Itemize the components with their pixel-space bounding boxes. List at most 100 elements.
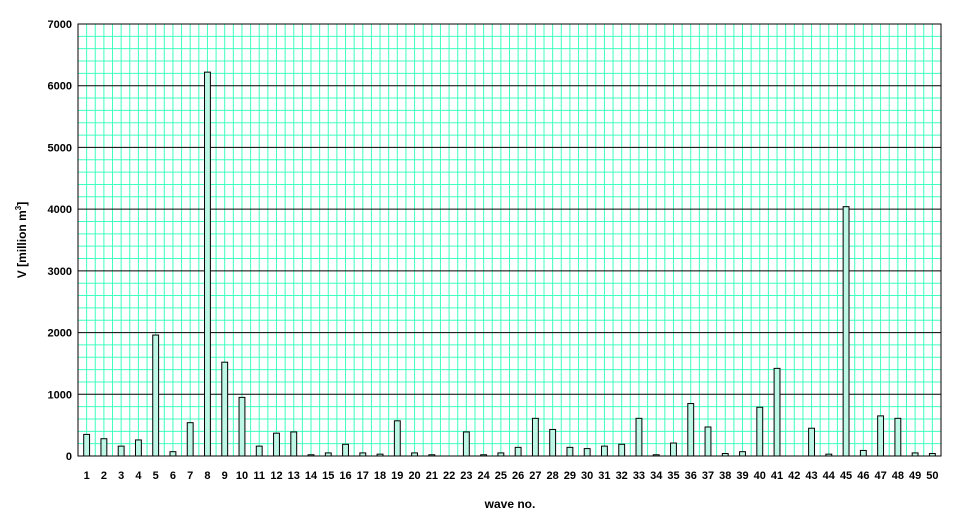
bar-wave-30 [583, 448, 591, 457]
x-tick-label: 25 [495, 470, 507, 482]
bar-wave-8 [204, 71, 211, 457]
x-tick-label: 10 [236, 470, 248, 482]
y-tick-label: 6000 [48, 81, 72, 93]
x-tick-label: 47 [874, 470, 886, 482]
x-tick-label: 44 [823, 470, 836, 482]
y-axis-label: V [million m3] [14, 202, 29, 278]
bar-wave-29 [566, 446, 574, 457]
x-tick-label: 41 [771, 470, 783, 482]
x-tick-label: 36 [685, 470, 697, 482]
bar-wave-16 [342, 443, 349, 457]
y-tick-label: 5000 [48, 142, 72, 154]
x-tick-label: 32 [616, 470, 628, 482]
bar-wave-27 [531, 417, 539, 457]
bar-wave-28 [549, 428, 557, 457]
bar-wave-45 [842, 206, 850, 457]
x-tick-label: 20 [408, 470, 420, 482]
x-tick-label: 23 [460, 470, 472, 482]
x-tick-label: 15 [322, 470, 334, 482]
x-tick-label: 38 [719, 470, 731, 482]
x-tick-label: 42 [788, 470, 800, 482]
x-tick-label: 19 [391, 470, 403, 482]
y-tick-label: 3000 [48, 266, 72, 278]
x-tick-label: 50 [926, 470, 938, 482]
x-tick-label: 49 [909, 470, 921, 482]
bar-wave-1 [83, 433, 91, 457]
bar-wave-48 [894, 417, 902, 457]
x-tick-label: 39 [736, 470, 748, 482]
x-tick-label: 8 [204, 470, 210, 482]
x-tick-label: 40 [754, 470, 766, 482]
x-tick-label: 14 [305, 470, 318, 482]
x-tick-label: 27 [529, 470, 541, 482]
bar-wave-9 [221, 361, 229, 457]
bar-wave-43 [808, 427, 815, 457]
x-tick-label: 7 [187, 470, 193, 482]
bar-wave-3 [117, 445, 125, 457]
y-tick-label: 0 [66, 451, 72, 463]
y-tick-label: 2000 [48, 328, 72, 340]
bar-wave-6 [169, 451, 177, 457]
bar-wave-41 [773, 367, 781, 457]
x-tick-label: 33 [633, 470, 645, 482]
bar-wave-13 [290, 431, 298, 457]
bar-wave-47 [877, 415, 885, 457]
x-tick-label: 5 [153, 470, 159, 482]
x-tick-label: 22 [443, 470, 455, 482]
x-tick-label: 45 [840, 470, 852, 482]
x-tick-label: 12 [270, 470, 282, 482]
bar-wave-4 [134, 439, 142, 457]
bar-wave-23 [462, 431, 470, 457]
x-tick-label: 21 [426, 470, 438, 482]
bar-wave-39 [739, 451, 746, 457]
bar-wave-26 [514, 446, 522, 457]
x-tick-label: 46 [857, 470, 869, 482]
y-axis-label-main: V [million m [15, 210, 29, 278]
y-tick-label: 7000 [48, 19, 72, 31]
bar-wave-10 [238, 396, 246, 457]
x-tick-label: 17 [357, 470, 369, 482]
y-axis-label-end: ] [15, 202, 29, 206]
x-tick-label: 30 [581, 470, 593, 482]
bar-wave-7 [186, 422, 194, 457]
bar-wave-46 [859, 449, 867, 457]
x-tick-label: 3 [118, 470, 124, 482]
x-tick-label: 2 [101, 470, 107, 482]
x-tick-label: 31 [598, 470, 610, 482]
x-tick-label: 48 [892, 470, 904, 482]
bar-chart: 01000200030004000500060007000 1234567891… [14, 19, 942, 511]
bar-wave-19 [393, 420, 401, 457]
bar-wave-2 [100, 438, 108, 457]
bar-wave-36 [687, 403, 695, 457]
x-tick-label: 1 [84, 470, 90, 482]
bar-wave-40 [756, 406, 764, 457]
bar-wave-32 [618, 443, 626, 457]
bar-wave-12 [273, 432, 280, 457]
bar-wave-31 [601, 445, 608, 457]
bar-wave-33 [635, 417, 643, 457]
bar-wave-35 [670, 442, 677, 457]
x-tick-label: 37 [702, 470, 714, 482]
x-tick-label: 24 [477, 470, 490, 482]
y-tick-label: 1000 [48, 389, 72, 401]
x-tick-label: 4 [135, 470, 142, 482]
x-tick-label: 43 [805, 470, 817, 482]
x-tick-label: 26 [512, 470, 524, 482]
x-tick-label: 29 [564, 470, 576, 482]
x-tick-label: 13 [288, 470, 300, 482]
x-tick-label: 34 [650, 470, 663, 482]
x-tick-label: 6 [170, 470, 176, 482]
bar-wave-5 [152, 334, 160, 457]
bar-wave-11 [255, 445, 263, 457]
x-tick-label: 11 [253, 470, 265, 482]
x-tick-label: 9 [222, 470, 228, 482]
x-axis-tick-labels: 1 2 3 4 5 6 7 8 9 10 11 12 13 14 15 16 17 18 19 20 21 22 23 24 2… [84, 470, 939, 482]
x-tick-label: 28 [547, 470, 559, 482]
y-axis-tick-labels: 0 1000 2000 3000 4000 5000 6000 7000 [48, 19, 72, 463]
bar-wave-37 [704, 426, 712, 457]
x-axis-label: wave no. [484, 497, 536, 511]
y-tick-label: 4000 [48, 204, 72, 216]
x-tick-label: 18 [374, 470, 386, 482]
x-tick-label: 35 [667, 470, 679, 482]
x-tick-label: 16 [339, 470, 351, 482]
